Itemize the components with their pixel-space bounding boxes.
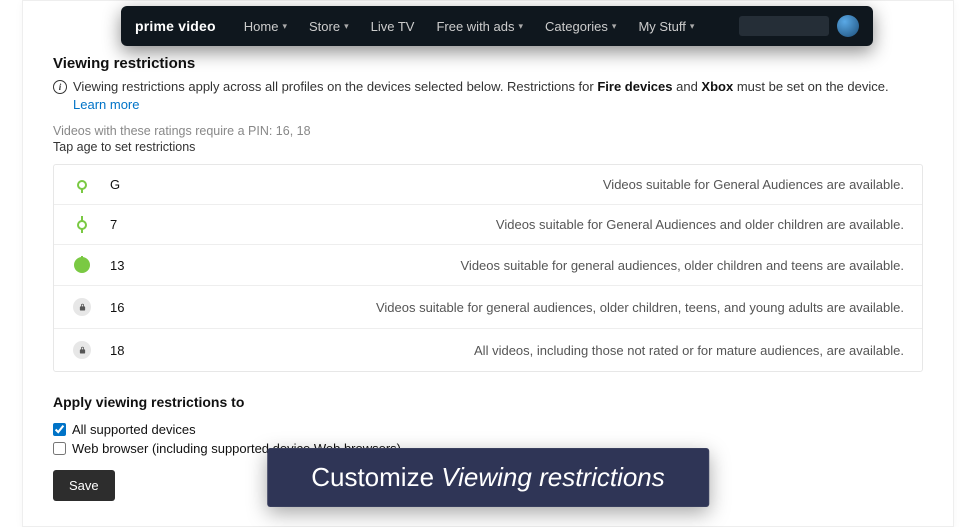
brand-logo[interactable]: prime video: [135, 18, 216, 34]
rating-row-16[interactable]: 16Videos suitable for general audiences,…: [54, 285, 922, 328]
rating-description: All videos, including those not rated or…: [170, 343, 904, 358]
chevron-down-icon: ▾: [344, 21, 349, 32]
rating-label: 7: [110, 217, 170, 232]
restrictions-heading: Viewing restrictions: [53, 55, 923, 72]
rating-label: 16: [110, 300, 170, 315]
nav-item-live-tv[interactable]: Live TV: [371, 19, 415, 34]
avatar[interactable]: [837, 15, 859, 37]
rating-node-col: [54, 257, 110, 273]
rating-row-18[interactable]: 18All videos, including those not rated …: [54, 328, 922, 371]
ratings-table: GVideos suitable for General Audiences a…: [53, 164, 923, 372]
learn-more-link[interactable]: Learn more: [73, 97, 139, 112]
device-label: All supported devices: [72, 422, 196, 437]
rating-node-col: [54, 341, 110, 359]
top-navbar: prime video Home▾Store▾Live TVFree with …: [121, 6, 873, 46]
nav-item-free-with-ads[interactable]: Free with ads ▾: [436, 19, 523, 34]
rating-description: Videos suitable for General Audiences ar…: [170, 177, 904, 192]
nav-item-home[interactable]: Home▾: [244, 19, 287, 34]
save-button[interactable]: Save: [53, 470, 115, 501]
lock-icon: [73, 298, 91, 316]
nav-label: Store: [309, 19, 340, 34]
rating-node-col: [54, 177, 110, 192]
rating-row-13[interactable]: 13Videos suitable for general audiences,…: [54, 244, 922, 285]
nav-label: My Stuff: [638, 19, 685, 34]
nav-item-categories[interactable]: Categories ▾: [545, 19, 616, 34]
chevron-down-icon: ▾: [612, 21, 617, 32]
rating-label: G: [110, 177, 170, 192]
apply-heading: Apply viewing restrictions to: [53, 394, 923, 410]
content-area: Viewing restrictions i Viewing restricti…: [23, 1, 953, 501]
caption-banner: Customize Viewing restrictions: [267, 448, 709, 507]
rating-description: Videos suitable for general audiences, o…: [170, 300, 904, 315]
chevron-down-icon: ▾: [519, 21, 524, 32]
rating-description: Videos suitable for general audiences, o…: [170, 258, 904, 273]
rating-row-7[interactable]: 7Videos suitable for General Audiences a…: [54, 204, 922, 244]
device-checkbox[interactable]: [53, 423, 66, 436]
info-text: Viewing restrictions apply across all pr…: [73, 78, 923, 114]
open-node-icon: [77, 180, 87, 190]
chevron-down-icon: ▾: [282, 21, 287, 32]
chevron-down-icon: ▾: [690, 21, 695, 32]
info-icon: i: [53, 80, 67, 94]
rating-node-col: [54, 217, 110, 232]
nav-label: Free with ads: [436, 19, 514, 34]
nav-label: Live TV: [371, 19, 415, 34]
nav-label: Home: [244, 19, 279, 34]
lock-icon: [73, 341, 91, 359]
info-row: i Viewing restrictions apply across all …: [53, 78, 923, 114]
rating-node-col: [54, 298, 110, 316]
selected-node-icon: [74, 257, 90, 273]
rating-label: 13: [110, 258, 170, 273]
nav-label: Categories: [545, 19, 608, 34]
pin-requirement-text: Videos with these ratings require a PIN:…: [53, 124, 923, 138]
rating-description: Videos suitable for General Audiences an…: [170, 217, 904, 232]
device-option[interactable]: All supported devices: [53, 422, 923, 437]
rating-row-G[interactable]: GVideos suitable for General Audiences a…: [54, 165, 922, 204]
rating-label: 18: [110, 343, 170, 358]
nav-item-store[interactable]: Store ▾: [309, 19, 349, 34]
redacted-text: [739, 16, 829, 36]
nav-item-my-stuff[interactable]: My Stuff ▾: [638, 19, 694, 34]
tap-instruction-text: Tap age to set restrictions: [53, 140, 923, 154]
device-checkbox[interactable]: [53, 442, 66, 455]
open-node-icon: [77, 220, 87, 230]
